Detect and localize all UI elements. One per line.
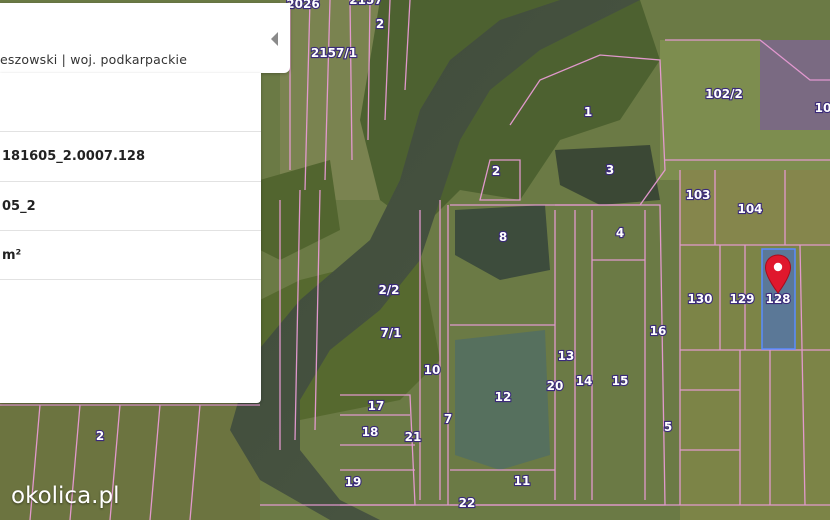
parcel-label-2-2[interactable]: 2/2 (377, 282, 400, 298)
row-divider (0, 279, 261, 280)
parcel-label-3[interactable]: 3 (605, 162, 616, 178)
parcel-label-4[interactable]: 4 (615, 225, 626, 241)
location-text: eszowski | woj. podkarpackie (0, 52, 188, 67)
row-parcel-id: 181605_2.0007.128 (0, 131, 261, 181)
chevron-left-icon[interactable] (268, 30, 282, 48)
parcel-label-5[interactable]: 5 (663, 419, 674, 435)
brand-logo[interactable]: okolica.pl (11, 483, 119, 509)
parcel-label-104[interactable]: 104 (736, 201, 763, 217)
parcel-label-14[interactable]: 14 (575, 373, 594, 389)
parcel-label-8[interactable]: 8 (498, 229, 509, 245)
parcel-label-10[interactable]: 10 (423, 362, 442, 378)
precinct-value: 05_2 (2, 199, 36, 214)
parcel-label-1[interactable]: 1 (583, 104, 594, 120)
parcel-label-2[interactable]: 2 (95, 428, 106, 444)
area-unit: m² (2, 248, 22, 263)
parcel-label-19[interactable]: 19 (344, 474, 363, 490)
row-area: m² (0, 230, 261, 279)
map-pin-icon[interactable] (764, 254, 792, 294)
parcel-label-2[interactable]: 2 (375, 16, 386, 32)
parcel-label-13[interactable]: 13 (557, 348, 576, 364)
parcel-label-2157-1[interactable]: 2157/1 (310, 45, 358, 61)
parcel-label-2026[interactable]: 2026 (285, 0, 321, 12)
parcel-label-7[interactable]: 7 (443, 411, 454, 427)
parcel-info-panel: eszowski | woj. podkarpackie 181605_2.00… (0, 3, 290, 403)
parcel-label-20[interactable]: 20 (546, 378, 565, 394)
parcel-label-15[interactable]: 15 (611, 373, 630, 389)
row-precinct: 05_2 (0, 181, 261, 230)
parcel-label-128[interactable]: 128 (764, 291, 791, 307)
parcel-label-11[interactable]: 11 (513, 473, 532, 489)
parcel-label-2157[interactable]: 2157 (348, 0, 384, 8)
parcel-label-16[interactable]: 16 (649, 323, 668, 339)
parcel-label-10[interactable]: 10 (814, 100, 830, 116)
panel-body: 181605_2.0007.128 05_2 m² (0, 73, 261, 403)
parcel-label-12[interactable]: 12 (494, 389, 513, 405)
parcel-id-value[interactable]: 181605_2.0007.128 (2, 149, 145, 164)
parcel-label-22[interactable]: 22 (458, 495, 477, 511)
parcel-label-2[interactable]: 2 (491, 163, 502, 179)
parcel-label-21[interactable]: 21 (404, 429, 423, 445)
parcel-label-102-2[interactable]: 102/2 (704, 86, 744, 102)
parcel-label-103[interactable]: 103 (684, 187, 711, 203)
parcel-label-18[interactable]: 18 (361, 424, 380, 440)
parcel-label-17[interactable]: 17 (367, 398, 386, 414)
panel-header: eszowski | woj. podkarpackie (0, 3, 290, 73)
parcel-label-129[interactable]: 129 (728, 291, 755, 307)
parcel-label-7-1[interactable]: 7/1 (379, 325, 402, 341)
parcel-label-130[interactable]: 130 (686, 291, 713, 307)
